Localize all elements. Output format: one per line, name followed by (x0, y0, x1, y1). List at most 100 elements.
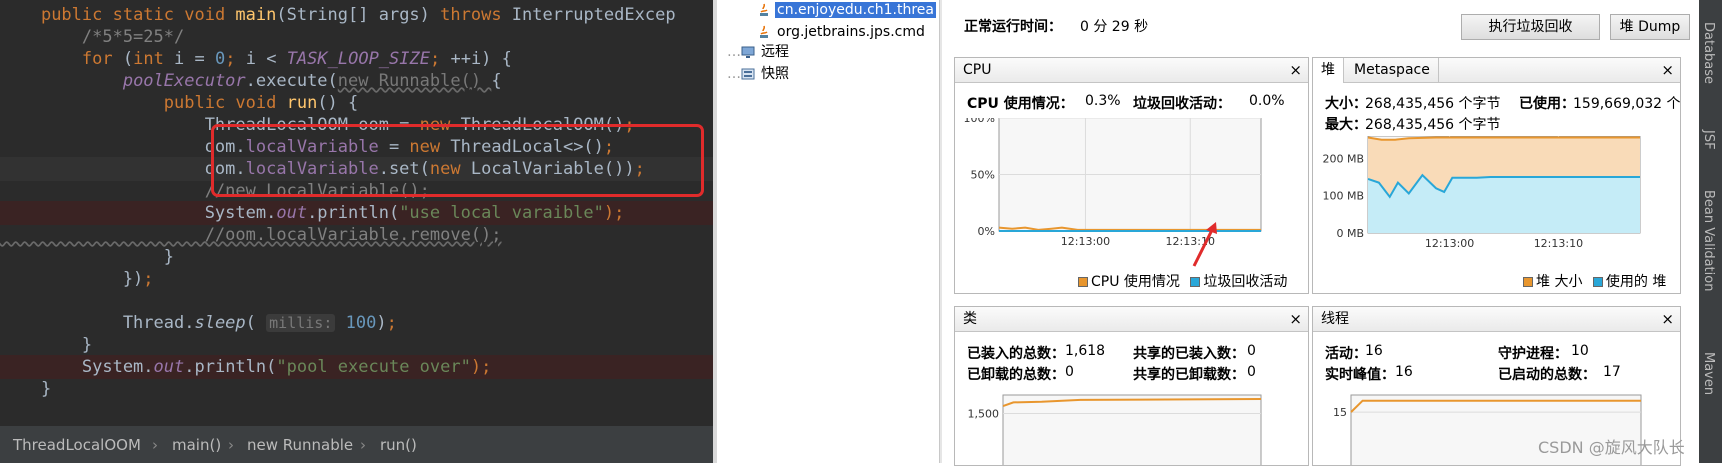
shared-loaded-value: 0 (1247, 343, 1256, 359)
code-line[interactable]: } (0, 245, 713, 269)
code-line[interactable]: /*5*5=25*/ (0, 25, 713, 49)
right-tool-strip: Database JSF Bean Validation Maven (1699, 0, 1722, 463)
tree-item-remote[interactable]: … 远程 (727, 42, 791, 62)
uptime-value: 0 分 29 秒 (1080, 19, 1149, 35)
code-token: } (0, 335, 93, 355)
code-token: millis: (266, 314, 336, 332)
legend-label-heap-used: 使用的 堆 (1605, 274, 1667, 290)
code-line[interactable]: poolExecutor.execute(new Runnable() { (0, 69, 713, 93)
code-line[interactable]: public void run() { (0, 91, 713, 115)
tree-item-label: 快照 (761, 66, 789, 82)
breadcrumb-method-main[interactable]: main() (172, 426, 221, 463)
cpu-chart: 0%50%100%12:13:00 12:13:10 (964, 118, 1262, 248)
code-line[interactable]: Thread.sleep( millis: 100); (0, 311, 713, 335)
heap-size-value: 268,435,456 个字节 (1365, 96, 1501, 112)
tool-window-bean-validation[interactable]: Bean Validation (1701, 190, 1716, 291)
application-tree[interactable]: cn.enjoyedu.ch1.threa org.jetbrains.jps.… (717, 0, 939, 463)
tab-heap[interactable]: 堆 (1313, 58, 1344, 83)
heap-panel: 堆 Metaspace × 大小： 268,435,456 个字节 已使用： 1… (1312, 57, 1681, 294)
code-line[interactable]: } (0, 333, 713, 357)
code-line[interactable]: //oom.localVariable.remove(); (0, 223, 713, 247)
shared-unloaded-label: 共享的已卸载数： (1133, 367, 1245, 383)
threads-peak-label: 实时峰值： (1325, 367, 1395, 383)
code-token: 100 (345, 313, 377, 333)
classes-loaded-value: 1,618 (1065, 343, 1106, 359)
code-token: ( (122, 49, 134, 69)
code-token: } (0, 379, 52, 399)
close-icon[interactable]: × (1661, 58, 1674, 82)
annotation-arrow (1192, 222, 1217, 267)
y-tick-label: 0% (978, 225, 995, 238)
code-token: i < (245, 49, 287, 69)
code-line[interactable]: System.out.println("use local varaible")… (0, 201, 713, 225)
heap-legend: 堆 大小 使用的 堆 (1523, 271, 1666, 291)
code-token: TASK_LOOP_SIZE (286, 49, 430, 69)
cpu-usage-label: CPU 使用情况： (967, 96, 1074, 112)
code-area[interactable]: public static void main(String[] args) t… (0, 0, 713, 425)
code-line[interactable]: for (int i = 0; i < TASK_LOOP_SIZE; ++i)… (0, 47, 713, 71)
close-icon[interactable]: × (1289, 58, 1302, 82)
gc-activity-value: 0.0% (1249, 93, 1285, 109)
code-token: ; (386, 313, 397, 333)
code-token: for (81, 49, 123, 69)
code-token: run (286, 93, 318, 113)
code-line[interactable]: public static void main(String[] args) t… (0, 3, 713, 27)
threads-started-value: 17 (1603, 364, 1621, 380)
code-token: throws (440, 5, 512, 25)
code-token: .println( (184, 357, 277, 377)
classes-panel: 类 × 已装入的总数： 1,618 共享的已装入数： 0 已卸载的总数： 0 共… (954, 306, 1309, 466)
close-icon[interactable]: × (1661, 307, 1674, 331)
code-line[interactable]: }); (0, 267, 713, 291)
tree-item-label: cn.enjoyedu.ch1.threa (775, 2, 937, 18)
code-line[interactable]: System.out.println("pool execute over"); (0, 355, 713, 379)
tree-branch-icon: … (727, 44, 741, 60)
java-process-icon (757, 3, 771, 17)
code-token: ( (245, 313, 267, 333)
snapshot-icon (741, 67, 755, 81)
close-icon[interactable]: × (1289, 307, 1302, 331)
legend-label-gc: 垃圾回收活动 (1203, 274, 1288, 290)
code-token: /*5*5=25*/ (0, 27, 185, 47)
y-tick-label: 100 MB (1322, 190, 1364, 203)
threads-panel-title: 线程 (1321, 311, 1349, 327)
tool-window-database[interactable]: Database (1701, 22, 1716, 84)
breadcrumb: ThreadLocalOOM › main() › new Runnable ›… (0, 425, 713, 463)
tree-branch-icon: … (727, 66, 741, 82)
code-token: poolExecutor (122, 71, 246, 91)
tab-metaspace[interactable]: Metaspace (1346, 58, 1439, 82)
heap-panel-header: 堆 Metaspace × (1313, 58, 1680, 83)
heap-max-label: 最大： (1325, 117, 1367, 133)
tree-item-process[interactable]: org.jetbrains.jps.cmd (757, 22, 927, 42)
perform-gc-button[interactable]: 执行垃圾回收 (1461, 14, 1600, 40)
heap-dump-button[interactable]: 堆 Dump (1610, 14, 1690, 40)
code-token: .println( (307, 203, 400, 223)
threads-daemon-label: 守护进程： (1498, 346, 1568, 362)
tool-window-maven[interactable]: Maven (1701, 352, 1716, 395)
heap-used-value: 159,669,032 个 (1573, 96, 1681, 112)
breadcrumb-separator-icon: › (152, 436, 158, 454)
code-line[interactable] (0, 289, 713, 313)
code-token: oom. (0, 159, 246, 179)
code-editor[interactable]: public static void main(String[] args) t… (0, 0, 713, 463)
classes-panel-title: 类 (963, 311, 977, 327)
breadcrumb-class[interactable]: ThreadLocalOOM (13, 426, 141, 463)
x-tick-label: 12:13:00 (1425, 237, 1474, 250)
code-token: { (491, 71, 502, 91)
breadcrumb-runnable[interactable]: new Runnable (247, 426, 353, 463)
legend-swatch-gc (1190, 277, 1201, 287)
cpu-panel-title: CPU (963, 62, 992, 78)
tree-item-process-selected[interactable]: cn.enjoyedu.ch1.threa (757, 0, 937, 20)
cpu-panel: CPU × CPU 使用情况： 0.3% 垃圾回收活动： 0.0% 0% 50% 1… (954, 57, 1309, 294)
code-token: i = (174, 49, 215, 69)
tool-window-jsf[interactable]: JSF (1701, 130, 1716, 150)
tree-item-snapshots[interactable]: … 快照 (727, 64, 791, 84)
code-line[interactable]: } (0, 377, 713, 401)
cpu-legend: CPU 使用情况 垃圾回收活动 (1078, 271, 1287, 291)
breadcrumb-method-run[interactable]: run() (380, 426, 417, 463)
code-token: System. (0, 203, 277, 223)
y-tick-label: 1,500 (968, 407, 1000, 420)
tree-item-label: org.jetbrains.jps.cmd (777, 24, 925, 40)
